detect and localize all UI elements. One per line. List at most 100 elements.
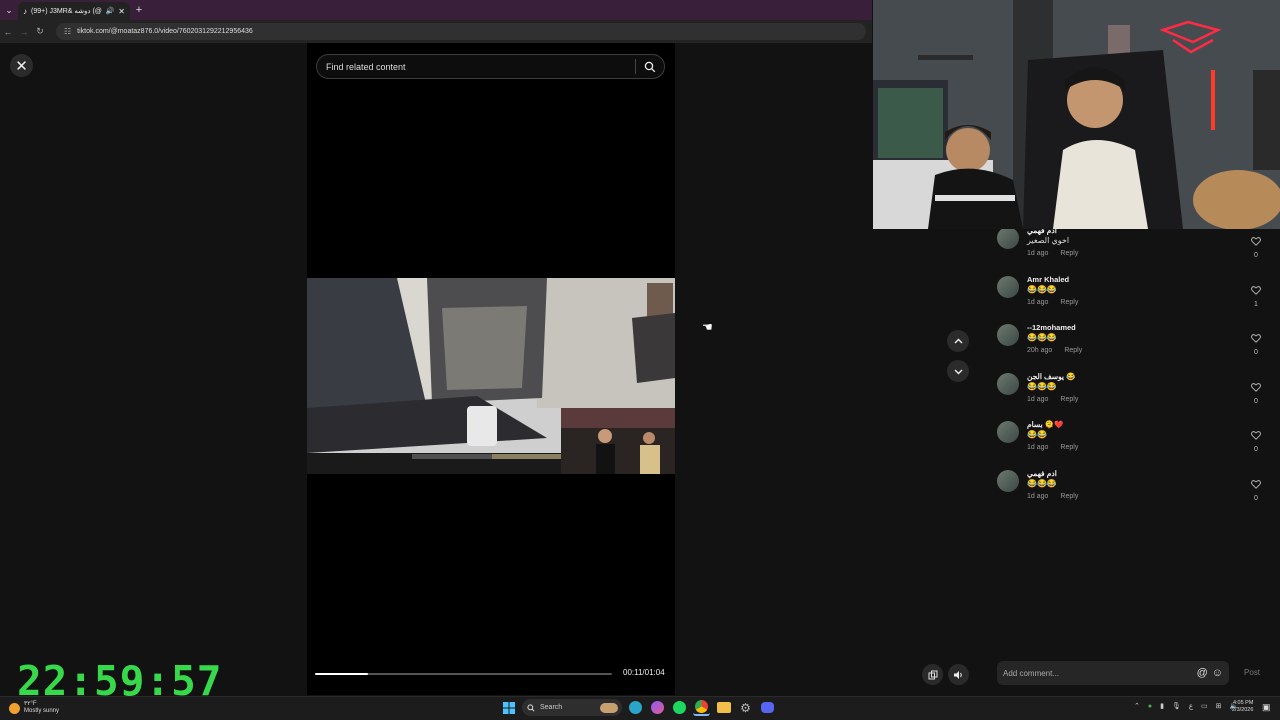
settings-icon[interactable]: ⚙ xyxy=(737,699,754,716)
volume-button[interactable] xyxy=(948,664,969,685)
copy-link-button[interactable] xyxy=(922,664,943,685)
browser-tab-strip: ⌄ ♪ (99+) J3MR& دوشه (@moat... 🔊 ✕ + xyxy=(0,0,872,20)
search-bar[interactable]: Find related content xyxy=(316,54,665,79)
reply-button[interactable]: Reply xyxy=(1064,347,1082,354)
network-icon[interactable]: ⊞ xyxy=(1216,702,1222,710)
video-player[interactable]: Find related content 00:11/01:04 xyxy=(307,43,675,695)
reply-button[interactable]: Reply xyxy=(1060,444,1078,451)
reload-button[interactable]: ↻ xyxy=(32,26,48,37)
discord-icon[interactable] xyxy=(759,699,776,716)
site-info-icon[interactable]: ☷ xyxy=(64,27,71,36)
address-bar: ← → ↻ ☷ tiktok.com/@moataz876.0/video/76… xyxy=(0,20,872,43)
new-tab-button[interactable]: + xyxy=(130,0,148,20)
comment-username[interactable]: --12mohamed xyxy=(1027,323,1076,332)
like-button[interactable]: 0 xyxy=(1251,427,1261,453)
comment-username[interactable]: ادم فهمي xyxy=(1027,469,1057,478)
like-button[interactable]: 0 xyxy=(1251,330,1261,356)
mention-icon[interactable]: @ xyxy=(1197,667,1208,679)
progress-fill xyxy=(315,673,369,675)
avatar[interactable] xyxy=(997,275,1019,298)
copilot-icon[interactable] xyxy=(649,699,666,716)
close-button[interactable]: ✕ xyxy=(10,54,33,77)
webcam-image xyxy=(873,0,1280,229)
comment-text: اخوي الصغير xyxy=(1027,236,1070,245)
comment-meta: 1d ago Reply xyxy=(1027,444,1078,451)
comment-time: 20h ago xyxy=(1027,347,1053,354)
weather-desc: Mostly sunny xyxy=(24,708,60,714)
taskbar-apps: Search ⚙ xyxy=(500,699,776,716)
like-button[interactable]: 0 xyxy=(1251,233,1261,259)
next-video-button[interactable] xyxy=(947,360,969,382)
avatar[interactable] xyxy=(997,372,1019,395)
reply-button[interactable]: Reply xyxy=(1060,250,1078,257)
comment-text: 😂😂😂 xyxy=(1027,284,1057,294)
close-icon: ✕ xyxy=(15,57,28,75)
comment-meta: 20h ago Reply xyxy=(1027,347,1082,354)
video-frame[interactable] xyxy=(307,278,675,474)
copy-icon xyxy=(928,670,937,679)
playback-time: 00:11/01:04 xyxy=(623,668,665,677)
comment-username[interactable]: بسام 🫠❤️ xyxy=(1027,420,1063,429)
audio-icon[interactable]: 🔊 xyxy=(106,7,115,15)
language-icon[interactable]: ع xyxy=(1189,702,1193,710)
like-count: 0 xyxy=(1254,349,1258,356)
comment-meta: 1d ago Reply xyxy=(1027,396,1078,403)
comment-text: 😂😂 xyxy=(1027,430,1047,439)
like-button[interactable]: 1 xyxy=(1251,282,1261,308)
edge-icon[interactable] xyxy=(627,699,644,716)
chevron-up-icon[interactable]: ⌃ xyxy=(1134,702,1140,710)
comment-field[interactable]: Add comment... @ ☺ xyxy=(997,661,1229,685)
like-count: 0 xyxy=(1254,446,1258,453)
like-count: 0 xyxy=(1254,494,1258,502)
tab-list-icon[interactable]: ⌄ xyxy=(0,0,18,20)
like-count: 0 xyxy=(1254,397,1258,405)
tray-app-icon[interactable]: ● xyxy=(1148,703,1152,710)
reply-button[interactable]: Reply xyxy=(1060,493,1078,500)
reply-button[interactable]: Reply xyxy=(1060,396,1078,403)
tab-title: (99+) J3MR& دوشه (@moat... xyxy=(31,8,102,15)
comment-item: بسام 🫠❤️ 😂😂 1d ago Reply 0 xyxy=(997,417,1267,466)
spotify-icon[interactable] xyxy=(671,699,688,716)
search-button[interactable] xyxy=(636,61,664,73)
post-button[interactable]: Post xyxy=(1244,668,1260,677)
url-field[interactable]: ☷ tiktok.com/@moataz876.0/video/76020312… xyxy=(56,23,866,40)
chrome-icon[interactable] xyxy=(693,699,710,716)
comment-username[interactable]: Amr Khaled xyxy=(1027,275,1069,284)
comment-list: ادم فهمي اخوي الصغير 1d ago Reply 0 Amr Khale… xyxy=(997,223,1267,514)
tab-close-icon[interactable]: ✕ xyxy=(118,7,125,16)
comment-meta: 1d ago Reply xyxy=(1027,250,1078,257)
display-icon[interactable]: ▭ xyxy=(1201,702,1208,710)
windows-logo-icon xyxy=(502,701,515,714)
heart-icon xyxy=(1251,382,1261,392)
avatar[interactable] xyxy=(997,227,1019,249)
taskbar-search[interactable]: Search xyxy=(522,699,622,716)
comment-placeholder: Add comment... xyxy=(1003,668,1060,678)
search-input[interactable]: Find related content xyxy=(317,62,635,72)
tab-tiktok[interactable]: ♪ (99+) J3MR& دوشه (@moat... 🔊 ✕ xyxy=(18,2,130,20)
like-count: 0 xyxy=(1254,252,1258,259)
avatar[interactable] xyxy=(997,421,1019,443)
avatar[interactable] xyxy=(997,324,1019,346)
reply-button[interactable]: Reply xyxy=(1060,299,1078,306)
forward-button[interactable]: → xyxy=(16,27,32,37)
tray-app-icon[interactable]: ▮ xyxy=(1160,702,1164,710)
weather-temp: ٣٢°F xyxy=(24,701,37,707)
heart-icon xyxy=(1251,237,1261,246)
start-button[interactable] xyxy=(500,699,517,716)
avatar[interactable] xyxy=(997,469,1019,492)
emoji-icon[interactable]: ☺ xyxy=(1212,667,1223,679)
like-count: 1 xyxy=(1254,300,1258,308)
back-button[interactable]: ← xyxy=(0,27,16,37)
system-clock[interactable]: 4:05 PM 2/3/2026 xyxy=(1232,700,1253,714)
comment-username[interactable]: يوسف الجن 😂 xyxy=(1027,372,1075,381)
like-button[interactable]: 0 xyxy=(1251,476,1261,502)
notification-icon[interactable]: ▣ xyxy=(1262,702,1271,713)
like-button[interactable]: 0 xyxy=(1251,379,1261,405)
weather-widget[interactable]: ٣٢°F Mostly sunny xyxy=(9,701,59,715)
microphone-icon[interactable]: 🎙 xyxy=(1172,702,1181,710)
file-explorer-icon[interactable] xyxy=(715,699,732,716)
previous-video-button[interactable] xyxy=(947,330,969,352)
taskbar-search-label: Search xyxy=(540,704,563,711)
comment-item: ادم فهمي اخوي الصغير 1d ago Reply 0 xyxy=(997,223,1267,272)
progress-bar[interactable] xyxy=(315,673,612,675)
